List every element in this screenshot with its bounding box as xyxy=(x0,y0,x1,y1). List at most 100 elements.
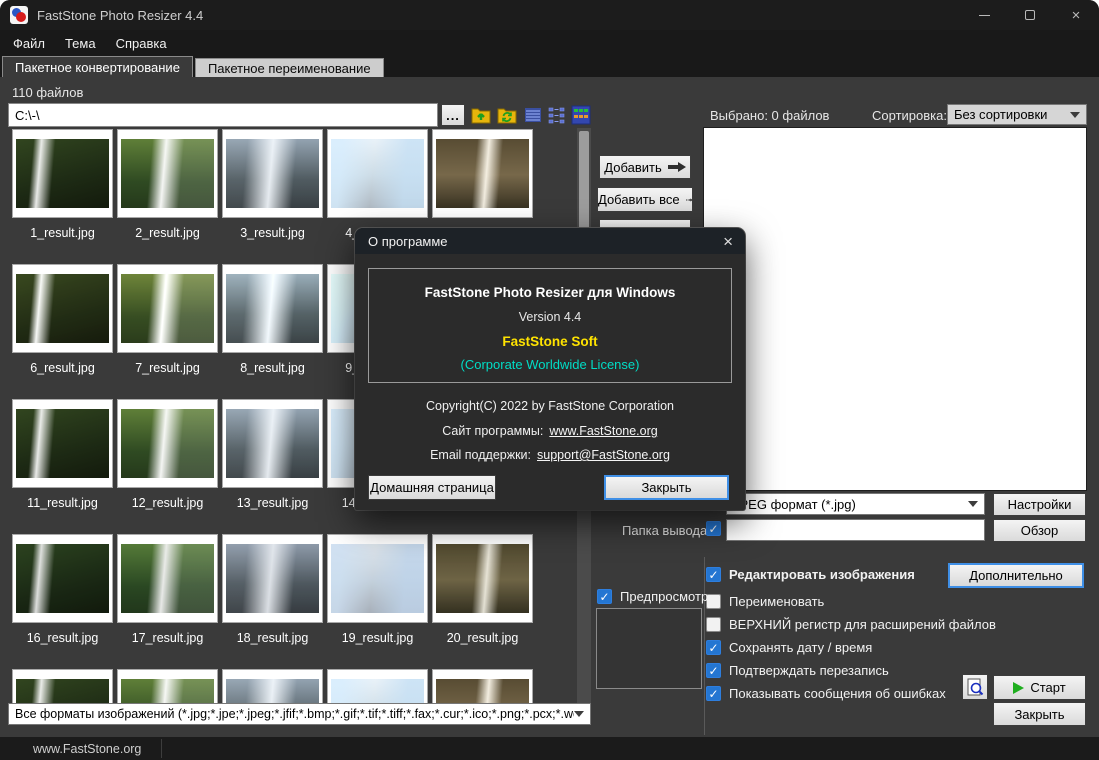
thumbnail-filename: 8_result.jpg xyxy=(222,361,323,375)
thumbnail-item[interactable] xyxy=(12,669,113,705)
tab-batch-convert[interactable]: Пакетное конвертирование xyxy=(2,56,193,77)
thumbnail-filename: 20_result.jpg xyxy=(432,631,533,645)
browse-output-button[interactable]: Обзор xyxy=(993,519,1086,542)
status-link[interactable]: www.FastStone.org xyxy=(33,742,141,756)
thumbnail-item[interactable] xyxy=(117,669,218,705)
browse-path-button[interactable]: ... xyxy=(441,104,465,126)
option-edit-images[interactable]: Редактировать изображения xyxy=(706,567,915,582)
email-link[interactable]: support@FastStone.org xyxy=(537,448,670,462)
option-show-errors[interactable]: Показывать сообщения об ошибках xyxy=(706,686,946,701)
output-folder-label: Папка вывода: xyxy=(622,523,711,538)
preview-pane xyxy=(596,608,702,689)
checkbox[interactable] xyxy=(706,594,721,609)
thumbnail-item[interactable]: 17_result.jpg xyxy=(117,534,218,669)
thumbnail-filename: 3_result.jpg xyxy=(222,226,323,240)
thumbnail-image xyxy=(331,139,424,208)
thumbnail-filename: 18_result.jpg xyxy=(222,631,323,645)
preview-checkbox-row[interactable]: Предпросмотр xyxy=(597,589,708,604)
preview-document-button[interactable] xyxy=(962,674,988,700)
add-all-button[interactable]: Добавить все xyxy=(597,187,693,212)
thumbnail-item[interactable]: 12_result.jpg xyxy=(117,399,218,534)
thumbnail-item[interactable]: 11_result.jpg xyxy=(12,399,113,534)
output-folder-input[interactable] xyxy=(726,519,985,541)
output-folder-checkbox[interactable] xyxy=(706,521,721,536)
thumbnail-filename: 16_result.jpg xyxy=(12,631,113,645)
status-bar: www.FastStone.org xyxy=(0,737,1099,760)
thumbnail-item[interactable]: 7_result.jpg xyxy=(117,264,218,399)
checkbox[interactable] xyxy=(706,617,721,632)
thumbnail-item[interactable] xyxy=(432,669,533,705)
start-button[interactable]: Старт xyxy=(993,675,1086,700)
maximize-icon[interactable] xyxy=(1007,0,1053,30)
thumbnail-item[interactable] xyxy=(222,669,323,705)
add-button[interactable]: Добавить xyxy=(599,155,691,179)
output-format-dropdown[interactable]: JPEG формат (*.jpg) xyxy=(726,493,985,515)
thumbnail-item[interactable]: 16_result.jpg xyxy=(12,534,113,669)
dialog-close-icon[interactable]: × xyxy=(723,233,733,250)
thumbnail-item[interactable]: 1_result.jpg xyxy=(12,129,113,264)
settings-button[interactable]: Настройки xyxy=(993,493,1086,516)
rename-list-icon[interactable] xyxy=(546,104,568,126)
menu-help[interactable]: Справка xyxy=(106,30,177,56)
thumbnail-item[interactable]: 2_result.jpg xyxy=(117,129,218,264)
menu-file[interactable]: Файл xyxy=(3,30,55,56)
checkbox[interactable] xyxy=(706,686,721,701)
folder-up-icon[interactable] xyxy=(470,104,492,126)
thumbnail-item[interactable]: 18_result.jpg xyxy=(222,534,323,669)
checkbox[interactable] xyxy=(706,640,721,655)
option-uppercase-ext[interactable]: ВЕРХНИЙ регистр для расширений файлов xyxy=(706,617,996,632)
folder-sync-icon[interactable] xyxy=(496,104,518,126)
dialog-close-button[interactable]: Закрыть xyxy=(604,475,729,500)
site-link[interactable]: www.FastStone.org xyxy=(549,424,657,438)
about-dialog: О программе × FastStone Photo Resizer дл… xyxy=(355,228,745,510)
arrow-right-icon xyxy=(668,162,686,172)
checkbox[interactable] xyxy=(706,567,721,582)
dialog-title: О программе xyxy=(368,234,448,249)
close-icon[interactable]: × xyxy=(1053,0,1099,30)
advanced-button[interactable]: Дополнительно xyxy=(948,563,1084,588)
sort-dropdown[interactable]: Без сортировки xyxy=(947,104,1087,125)
thumbnail-filename: 11_result.jpg xyxy=(12,496,113,510)
thumbnail-item[interactable]: 6_result.jpg xyxy=(12,264,113,399)
selected-files-list[interactable] xyxy=(703,127,1087,491)
thumbnail-image xyxy=(331,544,424,613)
thumbnail-image xyxy=(331,679,424,705)
app-window: FastStone Photo Resizer 4.4 × Файл Тема … xyxy=(0,0,1099,760)
version-label: Version 4.4 xyxy=(369,310,731,324)
thumbnail-image xyxy=(121,274,214,343)
thumbnail-filename: 1_result.jpg xyxy=(12,226,113,240)
option-keep-date[interactable]: Сохранять дату / время xyxy=(706,640,872,655)
option-rename[interactable]: Переименовать xyxy=(706,594,824,609)
close-main-button[interactable]: Закрыть xyxy=(993,702,1086,726)
menu-theme[interactable]: Тема xyxy=(55,30,106,56)
scrollbar-thumb[interactable] xyxy=(579,131,589,229)
page-magnifier-icon xyxy=(966,678,984,696)
thumbnail-item[interactable]: 3_result.jpg xyxy=(222,129,323,264)
thumbnail-item[interactable]: 19_result.jpg xyxy=(327,534,428,669)
thumbnail-image xyxy=(121,679,214,705)
option-confirm-overwrite[interactable]: Подтверждать перезапись xyxy=(706,663,889,678)
format-filter-dropdown[interactable]: Все форматы изображений (*.jpg;*.jpe;*.j… xyxy=(8,703,591,725)
chevron-down-icon xyxy=(574,711,584,717)
thumbnail-item[interactable] xyxy=(327,669,428,705)
thumbnail-image xyxy=(16,274,109,343)
thumbnail-item[interactable]: 8_result.jpg xyxy=(222,264,323,399)
thumbnail-image xyxy=(226,409,319,478)
thumbnail-item[interactable]: 13_result.jpg xyxy=(222,399,323,534)
thumbnail-item[interactable]: 20_result.jpg xyxy=(432,534,533,669)
dialog-title-bar[interactable]: О программе × xyxy=(355,228,745,254)
minimize-icon[interactable] xyxy=(961,0,1007,30)
thumbnail-view-icon[interactable] xyxy=(570,104,592,126)
thumbnail-image xyxy=(121,409,214,478)
tab-batch-rename[interactable]: Пакетное переименование xyxy=(195,58,384,77)
preview-checkbox[interactable] xyxy=(597,589,612,604)
tab-strip: Пакетное конвертирование Пакетное переим… xyxy=(0,56,1099,77)
thumbnail-image xyxy=(121,544,214,613)
home-page-button[interactable]: Домашняя страница xyxy=(368,475,496,500)
play-icon xyxy=(1013,682,1024,694)
thumbnail-filename: 2_result.jpg xyxy=(117,226,218,240)
checkbox[interactable] xyxy=(706,663,721,678)
details-view-icon[interactable] xyxy=(522,104,544,126)
path-input[interactable] xyxy=(8,103,438,127)
screen: FastStone Photo Resizer 4.4 × Файл Тема … xyxy=(0,0,1099,760)
